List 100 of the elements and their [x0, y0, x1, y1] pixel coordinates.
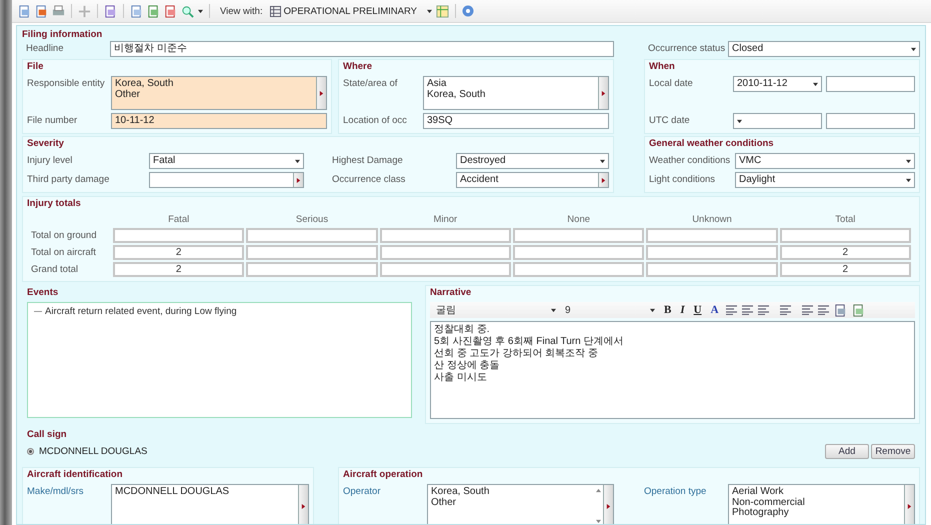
- align-left-icon[interactable]: [726, 305, 737, 315]
- caret-icon: [198, 8, 203, 14]
- size-dropdown[interactable]: 9: [563, 303, 657, 317]
- number-field[interactable]: [113, 228, 244, 243]
- scroll-up-icon: [596, 488, 600, 493]
- column-header: Serious: [294, 213, 330, 226]
- number-field[interactable]: [380, 245, 511, 260]
- radio-dot[interactable]: [27, 448, 34, 454]
- section-title: Aircraft operation: [343, 469, 424, 481]
- narrative-text[interactable]: 정찰대회 중. 5회 사진촬영 후 6회째 Final Turn 단계에서 선회 중 고도가 강하되어 회복조작 중 산 정상에 충돌 사출 미시도: [430, 321, 915, 419]
- picker-button[interactable]: [293, 173, 303, 187]
- tree-line-icon: [34, 311, 42, 312]
- field-label: Local date: [649, 77, 694, 91]
- field-label: State/area of: [343, 77, 398, 91]
- field-label: Make/mdl/srs: [27, 485, 84, 499]
- arrow-icon: [601, 90, 606, 96]
- field-label: Injury level: [27, 154, 74, 168]
- number-field[interactable]: [646, 245, 778, 260]
- number-field[interactable]: [380, 228, 511, 243]
- time-field[interactable]: [826, 76, 915, 92]
- number-field[interactable]: [380, 262, 511, 277]
- dropdown-field[interactable]: Destroyed: [456, 153, 609, 169]
- section-title: Aircraft identification: [27, 469, 124, 481]
- row-label: Total on ground: [31, 229, 98, 243]
- number-field[interactable]: [512, 262, 644, 277]
- font-color-button[interactable]: A: [708, 304, 721, 316]
- dropdown-field[interactable]: Daylight: [735, 172, 915, 188]
- picker-field[interactable]: [149, 172, 304, 188]
- number-field[interactable]: 2: [113, 245, 244, 260]
- column-header: Fatal: [167, 213, 190, 226]
- caret-icon: [600, 158, 605, 164]
- document-icon[interactable]: [852, 304, 865, 316]
- document-icon[interactable]: [18, 4, 31, 18]
- tree-item[interactable]: Aircraft return related event, during Low flying: [45, 306, 237, 317]
- font-dropdown[interactable]: 굴림: [434, 303, 558, 317]
- field-label: UTC date: [649, 114, 691, 128]
- arrow-icon: [301, 504, 306, 508]
- action-button[interactable]: Add: [825, 444, 869, 458]
- arrow-icon: [606, 504, 611, 508]
- number-field[interactable]: [646, 262, 778, 277]
- list-field[interactable]: MCDONNELL DOUGLAS: [111, 484, 309, 524]
- caret-icon: [551, 308, 556, 312]
- page-icon[interactable]: [104, 4, 117, 18]
- number-field[interactable]: [512, 245, 644, 260]
- section-title: Events: [27, 287, 60, 299]
- table-icon[interactable]: [436, 4, 449, 18]
- dropdown-field[interactable]: Closed: [728, 41, 920, 57]
- printer-icon[interactable]: [52, 4, 65, 18]
- arrow-icon: [319, 90, 324, 96]
- list-field[interactable]: Asia Korea, South: [423, 76, 609, 110]
- list-field[interactable]: Korea, South Other: [111, 76, 327, 110]
- zoom-icon[interactable]: [181, 4, 194, 18]
- date-field[interactable]: [733, 113, 822, 129]
- picker-button[interactable]: [598, 173, 608, 187]
- time-field[interactable]: [826, 113, 915, 129]
- underline-button[interactable]: U: [692, 304, 704, 316]
- italic-button[interactable]: I: [678, 304, 687, 316]
- date-field[interactable]: 2010-11-12: [733, 76, 822, 92]
- picker-button[interactable]: [598, 77, 608, 109]
- scroll-down-icon: [596, 519, 600, 524]
- section-title: Filing information: [22, 29, 104, 41]
- picker-field[interactable]: Accident: [456, 172, 609, 188]
- document-icon[interactable]: [35, 4, 48, 18]
- number-field[interactable]: [780, 228, 911, 243]
- number-field[interactable]: [512, 228, 644, 243]
- picker-button[interactable]: [316, 77, 326, 109]
- dropdown-field[interactable]: Fatal: [149, 153, 304, 169]
- text-field[interactable]: 비행절차 미준수: [110, 41, 614, 57]
- text-field[interactable]: 10-11-12: [111, 113, 327, 129]
- number-field[interactable]: 2: [780, 245, 911, 260]
- bold-button[interactable]: B: [662, 304, 674, 316]
- number-field[interactable]: 2: [113, 262, 244, 277]
- section-title: Where: [343, 61, 374, 73]
- field-label: Operation type: [644, 485, 708, 499]
- view-label: View with:: [220, 6, 263, 16]
- number-field[interactable]: 2: [780, 262, 911, 277]
- list-field[interactable]: Korea, South Other: [427, 484, 614, 524]
- list-field[interactable]: Aerial Work Non-commercial Photography: [728, 484, 915, 524]
- field-label: Light conditions: [649, 173, 716, 187]
- dropdown-field[interactable]: VMC: [735, 153, 915, 169]
- field-label: Occurrence class: [332, 173, 406, 187]
- caret-icon: [650, 308, 655, 312]
- field-label: File number: [27, 114, 78, 128]
- section-title: General weather conditions: [649, 138, 775, 150]
- document-icon[interactable]: [834, 304, 847, 316]
- radio-option[interactable]: MCDONNELL DOUGLAS: [27, 446, 148, 456]
- view-dropdown[interactable]: OPERATIONAL PRELIMINARY: [266, 3, 423, 19]
- row-label: Grand total: [31, 263, 79, 277]
- number-field[interactable]: [246, 262, 378, 277]
- column-header: Total: [834, 213, 856, 226]
- number-field[interactable]: [646, 228, 778, 243]
- number-field[interactable]: [246, 228, 378, 243]
- column-header: None: [566, 213, 592, 226]
- field-label: Occurrence status: [648, 42, 724, 56]
- number-field[interactable]: [246, 245, 378, 260]
- action-button[interactable]: Remove: [871, 444, 915, 458]
- section-title: Injury totals: [27, 198, 82, 210]
- text-field[interactable]: 39SQ: [423, 113, 609, 129]
- section-title: File: [27, 61, 44, 73]
- section-title: Severity: [27, 138, 65, 150]
